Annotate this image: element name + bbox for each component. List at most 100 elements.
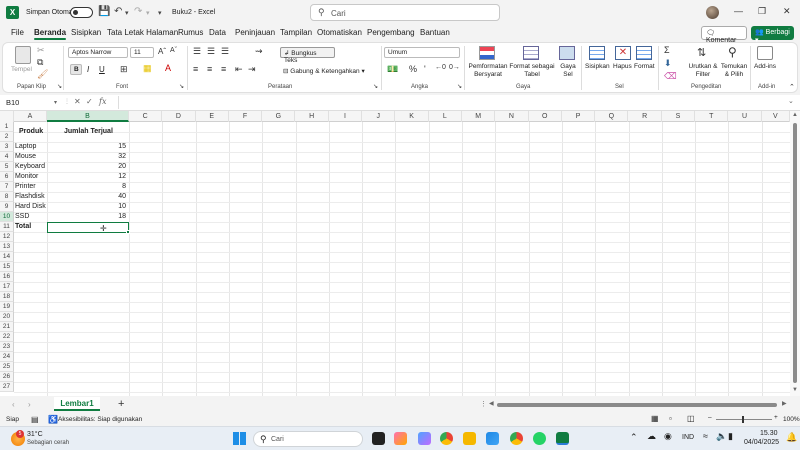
column-header-m[interactable]: M (462, 111, 496, 122)
column-header-e[interactable]: E (196, 111, 229, 122)
tab-tata-letak[interactable]: Tata Letak Halaman (107, 28, 178, 37)
accessibility-icon[interactable]: ♿ (48, 415, 58, 424)
border-icon[interactable]: ⊞ (120, 64, 128, 75)
paste-icon[interactable] (15, 46, 31, 64)
tab-otomatiskan[interactable]: Otomatiskan (317, 28, 362, 37)
row-header-10[interactable]: 10 (0, 212, 14, 222)
prev-sheet-icon[interactable]: ‹ (12, 400, 15, 409)
scroll-down-icon[interactable]: ▼ (792, 387, 798, 393)
format-cells-label[interactable]: Format (634, 63, 655, 70)
row-header-14[interactable]: 14 (0, 252, 14, 262)
increase-decimal-icon[interactable]: ←0 (435, 64, 446, 71)
tab-file[interactable]: File (11, 28, 24, 37)
undo-icon[interactable]: ↶ (114, 6, 122, 17)
tab-tampilan[interactable]: Tampilan (280, 28, 312, 37)
number-launcher-icon[interactable]: ↘ (457, 83, 462, 90)
addins-label[interactable]: Add-ins (754, 63, 776, 70)
clipboard-launcher-icon[interactable]: ↘ (57, 83, 62, 90)
redo-icon[interactable]: ↷ (134, 6, 142, 17)
column-header-j[interactable]: J (362, 111, 396, 122)
column-header-f[interactable]: F (229, 111, 263, 122)
orientation-icon[interactable]: ⇝ (255, 46, 263, 57)
row-header-8[interactable]: 8 (0, 192, 14, 202)
align-middle-icon[interactable]: ☰ (207, 46, 215, 57)
chrome-profile-icon[interactable] (510, 432, 523, 445)
search-box[interactable]: ⚲ Cari (310, 4, 500, 21)
wifi-icon[interactable]: ≈ (703, 431, 708, 441)
save-icon[interactable]: 💾 (98, 6, 110, 17)
undo-dropdown-icon[interactable]: ▾ (125, 9, 129, 17)
format-cells-icon[interactable] (636, 46, 652, 60)
decrease-font-icon[interactable]: Aˇ (170, 47, 177, 54)
file-explorer-icon[interactable] (463, 432, 476, 445)
font-color-icon[interactable]: A (165, 63, 171, 73)
row-header-15[interactable]: 15 (0, 262, 14, 272)
scroll-left-icon[interactable]: ◀ (489, 400, 494, 407)
column-header-b[interactable]: B (47, 111, 129, 122)
row-header-5[interactable]: 5 (0, 162, 14, 172)
clear-icon[interactable]: ⌫ (664, 71, 677, 82)
addins-icon[interactable] (757, 46, 773, 60)
restore-icon[interactable]: ❐ (758, 6, 766, 17)
delete-cells-label[interactable]: Hapus (613, 63, 632, 70)
insert-cells-label[interactable]: Sisipkan (585, 63, 610, 70)
row-header-1[interactable]: 1 (0, 122, 14, 132)
cell-b8[interactable]: 10 (47, 202, 126, 212)
whatsapp-icon[interactable] (533, 432, 546, 445)
tab-rumus[interactable]: Rumus (178, 28, 203, 37)
tab-bantuan[interactable]: Bantuan (420, 28, 450, 37)
location-icon[interactable]: ◉ (664, 431, 672, 442)
scroll-up-icon[interactable]: ▲ (792, 112, 798, 118)
insert-cells-icon[interactable] (589, 46, 605, 60)
vertical-scroll-thumb[interactable] (793, 123, 797, 383)
column-header-a[interactable]: A (14, 111, 47, 122)
decrease-indent-icon[interactable]: ⇤ (235, 64, 243, 75)
row-header-19[interactable]: 19 (0, 302, 14, 312)
row-header-22[interactable]: 22 (0, 332, 14, 342)
start-icon[interactable] (233, 432, 246, 445)
merge-center-button[interactable]: ⊟ Gabung & Ketengahkan ▾ (283, 67, 365, 75)
select-all-corner[interactable] (0, 111, 14, 122)
decrease-decimal-icon[interactable]: 0→ (449, 64, 460, 71)
row-header-11[interactable]: 11 (0, 222, 14, 232)
row-header-9[interactable]: 9 (0, 202, 14, 212)
column-header-h[interactable]: H (296, 111, 329, 122)
todo-icon[interactable] (486, 432, 499, 445)
notifications-icon[interactable]: 🔔 (786, 432, 797, 443)
cell-b1[interactable]: Jumlah Terjual (64, 127, 113, 137)
page-break-icon[interactable]: ◫ (687, 414, 695, 423)
font-size-select[interactable]: 11 (130, 47, 154, 58)
comma-style-icon[interactable]: ʹ (424, 64, 426, 74)
column-header-o[interactable]: O (529, 111, 562, 122)
italic-button[interactable]: I (87, 65, 89, 74)
share-button[interactable]: 👥 Berbagi ▾ (751, 26, 794, 44)
clock-time[interactable]: 15.30 (760, 430, 778, 437)
normal-view-icon[interactable]: ▦ (651, 414, 659, 423)
align-left-icon[interactable]: ≡ (193, 64, 198, 74)
row-header-13[interactable]: 13 (0, 242, 14, 252)
row-header-27[interactable]: 27 (0, 382, 14, 392)
cell-a2[interactable]: Laptop (15, 142, 36, 152)
next-sheet-icon[interactable]: › (28, 400, 31, 409)
column-header-q[interactable]: Q (595, 111, 629, 122)
align-center-icon[interactable]: ≡ (207, 64, 212, 74)
redo-dropdown-icon[interactable]: ▾ (146, 9, 150, 17)
cell-b5[interactable]: 12 (47, 172, 126, 182)
chrome-icon[interactable] (440, 432, 453, 445)
autosum-icon[interactable]: Σ (664, 45, 670, 55)
zoom-level[interactable]: 100% (783, 416, 800, 423)
minimize-icon[interactable]: — (734, 6, 743, 16)
cell-a7[interactable]: Flashdisk (15, 192, 45, 202)
scroll-right-icon[interactable]: ▶ (782, 400, 787, 407)
selected-cell-b10[interactable] (47, 222, 129, 233)
collapse-ribbon-icon[interactable]: ⌃ (789, 83, 795, 91)
row-header-3[interactable]: 3 (0, 142, 14, 152)
find-select-icon[interactable]: ⚲ (728, 45, 737, 59)
sort-filter-label[interactable]: Urutkan & Filter (688, 63, 718, 79)
row-header-6[interactable]: 6 (0, 172, 14, 182)
row-header-21[interactable]: 21 (0, 322, 14, 332)
tab-pengembang[interactable]: Pengembang (367, 28, 415, 37)
underline-button[interactable]: U (99, 65, 105, 74)
row-header-12[interactable]: 12 (0, 232, 14, 242)
clock-date[interactable]: 04/04/2025 (744, 439, 779, 446)
